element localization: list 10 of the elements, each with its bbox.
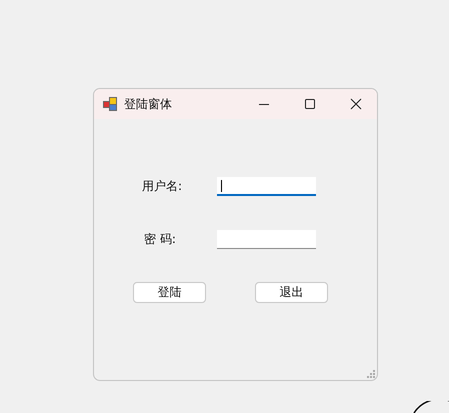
resize-grip-icon[interactable] <box>367 370 375 378</box>
window-title: 登陆窗体 <box>124 96 172 112</box>
action-button[interactable]: 退出 <box>255 282 328 303</box>
input-field[interactable] <box>217 230 316 248</box>
input-field[interactable] <box>217 176 316 196</box>
app-icon <box>103 97 117 111</box>
action-button[interactable]: 登陆 <box>133 282 206 303</box>
field-label: 密 码: <box>143 230 177 248</box>
field-label: 用户名: <box>141 178 184 194</box>
circle-outline <box>413 401 449 413</box>
